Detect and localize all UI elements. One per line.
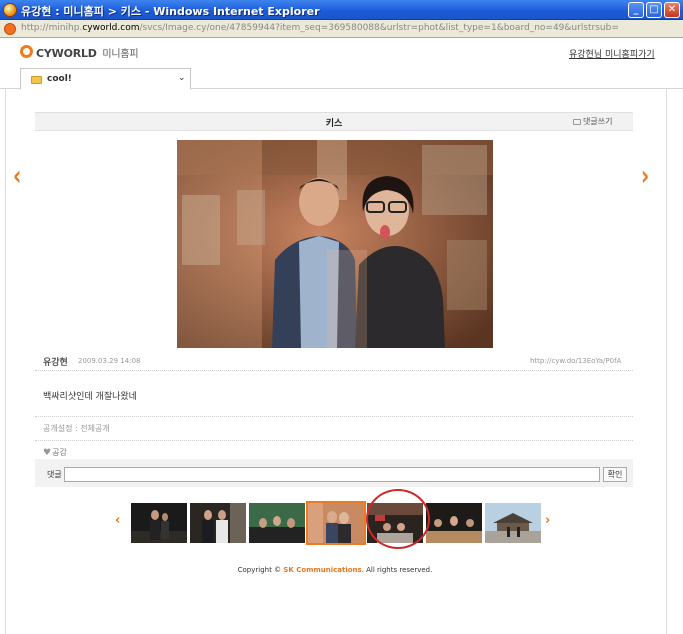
thumbnail[interactable] — [190, 503, 246, 543]
copyright: Copyright © SK Communications. All right… — [237, 566, 433, 574]
minimize-button[interactable]: _ — [628, 2, 644, 18]
divider — [35, 416, 633, 417]
thumb-prev-arrow[interactable]: ‹ — [115, 513, 120, 528]
minihompy-home-link[interactable]: 유강현님 미니홈피가기 — [569, 47, 655, 60]
thumbnail-image — [131, 503, 187, 543]
address-bar[interactable]: http://minihp.cyworld.com/svcs/Image.cy/… — [0, 20, 683, 38]
speech-bubble-icon — [573, 118, 581, 125]
thumbnail-image — [426, 503, 482, 543]
thumbnail[interactable] — [485, 503, 541, 543]
window-titlebar: 유강현 : 미니홈피 > 키스 - Windows Internet Explo… — [0, 0, 683, 20]
divider — [35, 370, 633, 371]
maximize-button[interactable]: □ — [646, 2, 662, 18]
thumbnail[interactable] — [131, 503, 187, 543]
heart-icon: ♥ — [43, 448, 52, 458]
thumbnail[interactable] — [249, 503, 305, 543]
address-url[interactable]: http://minihp.cyworld.com/svcs/Image.cy/… — [21, 23, 619, 33]
thumbnail-selected[interactable] — [306, 501, 366, 545]
post-title-bar: 키스 — [35, 112, 633, 131]
post-body: 백싸리샷인데 개잘나왔네 — [43, 392, 137, 402]
next-photo-arrow[interactable]: › — [641, 158, 649, 192]
main-photo — [177, 140, 493, 348]
ie-logo-icon — [3, 3, 17, 17]
like-button[interactable]: ♥공감 — [43, 447, 67, 458]
cyworld-logo[interactable]: CYWORLD 미니홈피 — [36, 45, 139, 60]
post-date: 2009.03.29 14:08 — [78, 357, 141, 365]
folder-icon — [31, 76, 42, 84]
cyworld-logo-icon — [20, 45, 33, 58]
post-title: 키스 — [325, 119, 343, 129]
visibility-setting: 공개설정 : 전체공개 — [43, 424, 110, 433]
main-photo-image — [177, 140, 493, 348]
thumbnail-image — [485, 503, 541, 543]
comment-write-link[interactable]: 댓글쓰기 — [573, 116, 612, 127]
window-title: 유강현 : 미니홈피 > 키스 - Windows Internet Explo… — [21, 5, 320, 18]
prev-photo-arrow[interactable]: ‹ — [13, 158, 21, 192]
thumbnail[interactable] — [367, 503, 423, 543]
post-short-url[interactable]: http://cyw.do/13EoYa/P0fA — [530, 357, 621, 365]
thumbnail-image — [308, 503, 364, 543]
thumbnail-image — [367, 503, 423, 543]
comment-confirm-button[interactable]: 확인 — [603, 467, 627, 482]
folder-select[interactable]: cool! ⌄ — [20, 68, 191, 90]
thumbnail-image — [190, 503, 246, 543]
close-button[interactable]: ✕ — [664, 2, 680, 18]
thumb-next-arrow[interactable]: › — [545, 513, 550, 528]
chevron-down-icon: ⌄ — [178, 73, 186, 83]
site-favicon-icon — [4, 23, 16, 35]
comment-input[interactable] — [64, 467, 600, 482]
post-author[interactable]: 유강현 — [43, 355, 68, 368]
thumbnail[interactable] — [426, 503, 482, 543]
thumbnail-image — [249, 503, 305, 543]
comment-label: 댓글 — [47, 470, 62, 479]
divider — [35, 440, 633, 441]
folder-name: cool! — [47, 74, 72, 84]
